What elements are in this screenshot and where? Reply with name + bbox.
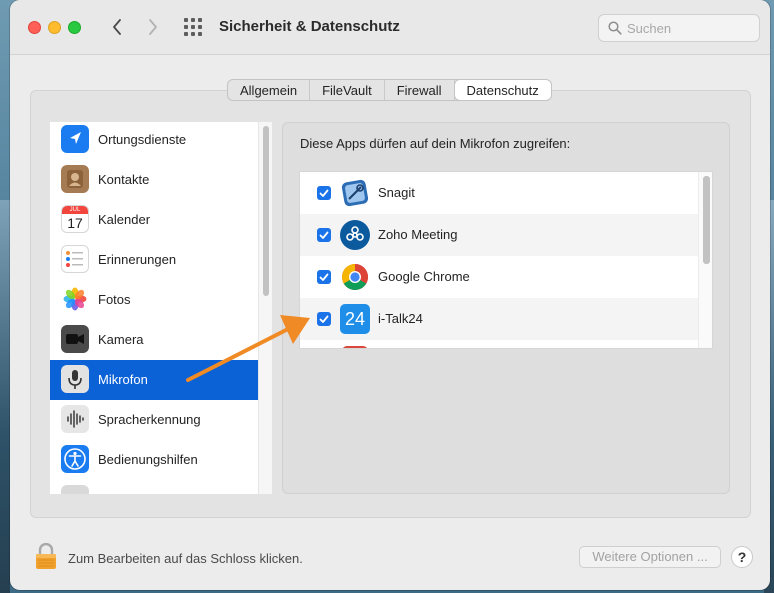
camera-icon bbox=[61, 325, 89, 353]
sidebar-item-label: Fotos bbox=[98, 292, 131, 307]
sidebar-item-label: Mikrofon bbox=[98, 372, 148, 387]
snagit-icon bbox=[340, 178, 370, 208]
tab-bar: Allgemein FileVault Firewall Datenschutz bbox=[227, 79, 552, 101]
zoho-meeting-icon bbox=[340, 220, 370, 250]
sidebar-item-spracherkennung[interactable]: Spracherkennung bbox=[50, 400, 258, 440]
location-arrow-icon bbox=[61, 125, 89, 153]
tab-datenschutz[interactable]: Datenschutz bbox=[454, 80, 551, 100]
calendar-icon: JUL 17 bbox=[61, 205, 89, 233]
accessibility-icon bbox=[61, 445, 89, 473]
close-window-button[interactable] bbox=[28, 21, 41, 34]
tab-allgemein[interactable]: Allgemein bbox=[228, 80, 311, 100]
fullscreen-window-button[interactable] bbox=[68, 21, 81, 34]
window-title: Sicherheit & Datenschutz bbox=[219, 18, 400, 35]
sidebar-item-label: Kontakte bbox=[98, 172, 150, 187]
sidebar-item-label: Kamera bbox=[98, 332, 144, 347]
microphone-permissions-panel: Diese Apps dürfen auf dein Mikrofon zugr… bbox=[282, 122, 730, 494]
more-options-button[interactable]: Weitere Optionen ... bbox=[579, 546, 721, 568]
chrome-icon bbox=[340, 262, 370, 292]
chevron-right-icon bbox=[149, 19, 157, 35]
chevron-left-icon bbox=[113, 19, 121, 35]
preferences-window: Sicherheit & Datenschutz Allgemein FileV… bbox=[10, 0, 770, 590]
reminders-icon bbox=[61, 245, 89, 273]
forward-button[interactable] bbox=[142, 16, 164, 38]
minimize-window-button[interactable] bbox=[48, 21, 61, 34]
panel-heading: Diese Apps dürfen auf dein Mikrofon zugr… bbox=[300, 136, 571, 151]
title-bar: Sicherheit & Datenschutz bbox=[10, 0, 770, 55]
sidebar-scrollbar[interactable] bbox=[258, 122, 272, 494]
app-label: Google Chrome bbox=[378, 269, 470, 284]
app-label: i-Talk24 bbox=[378, 311, 423, 326]
contacts-icon bbox=[61, 165, 89, 193]
calendar-month: JUL bbox=[69, 207, 81, 213]
sidebar-item-label: Kalender bbox=[98, 212, 151, 227]
sidebar-item-label: Bedienungshilfen bbox=[98, 452, 198, 467]
sidebar-item-ortungsdienste[interactable]: Ortungsdienste bbox=[50, 122, 258, 160]
privacy-category-list: Ortungsdienste Kontakte JUL 17 Kalender … bbox=[50, 122, 258, 494]
list-item-snagit[interactable]: Snagit bbox=[300, 172, 698, 214]
zoho-meeting-checkbox[interactable] bbox=[317, 228, 331, 242]
sidebar-item-kalender[interactable]: JUL 17 Kalender bbox=[50, 200, 258, 240]
snagit-checkbox[interactable] bbox=[317, 186, 331, 200]
search-field[interactable] bbox=[598, 14, 760, 42]
tab-firewall[interactable]: Firewall bbox=[385, 80, 455, 100]
sidebar-item-erinnerungen[interactable]: Erinnerungen bbox=[50, 240, 258, 280]
sidebar-item-label: Erinnerungen bbox=[98, 252, 177, 267]
italk24-icon: 24 bbox=[340, 304, 370, 334]
checkmark-icon bbox=[319, 273, 329, 281]
italk24-icon-text: 24 bbox=[344, 309, 366, 329]
italk24-checkbox[interactable] bbox=[317, 312, 331, 326]
search-input[interactable] bbox=[627, 19, 755, 37]
app-list-scroll-thumb[interactable] bbox=[703, 176, 710, 264]
app-label: Zoho Meeting bbox=[378, 227, 458, 242]
partially-hidden-icon bbox=[61, 485, 89, 494]
app-label: Snagit bbox=[378, 185, 415, 200]
speech-waveform-icon bbox=[61, 405, 89, 433]
desktop-background-left bbox=[0, 200, 10, 593]
app-list-scrollbar[interactable] bbox=[698, 172, 712, 348]
sidebar-item-label: Spracherkennung bbox=[98, 412, 201, 427]
help-button[interactable]: ? bbox=[731, 546, 753, 568]
checkmark-icon bbox=[319, 189, 329, 197]
tab-filevault[interactable]: FileVault bbox=[310, 80, 385, 100]
search-icon bbox=[608, 21, 622, 35]
sidebar-scroll-thumb[interactable] bbox=[263, 126, 269, 296]
microphone-icon bbox=[61, 365, 89, 393]
sidebar-item-kontakte[interactable]: Kontakte bbox=[50, 160, 258, 200]
annotation-arrow-icon bbox=[186, 315, 310, 382]
sidebar-item-bedienungshilfen[interactable]: Bedienungshilfen bbox=[50, 440, 258, 480]
calendar-day: 17 bbox=[67, 215, 83, 231]
checkmark-icon bbox=[319, 315, 329, 323]
padlock-icon bbox=[36, 542, 56, 569]
back-button[interactable] bbox=[106, 16, 128, 38]
google-chrome-checkbox[interactable] bbox=[317, 270, 331, 284]
lock-hint-text: Zum Bearbeiten auf das Schloss klicken. bbox=[68, 551, 303, 566]
list-item-zoho-meeting[interactable]: Zoho Meeting bbox=[300, 214, 698, 256]
sidebar-item-label: Ortungsdienste bbox=[98, 132, 187, 147]
partially-hidden-app-icon bbox=[342, 346, 368, 348]
list-item-google-chrome[interactable]: Google Chrome bbox=[300, 256, 698, 298]
sidebar-item-next[interactable] bbox=[50, 480, 258, 494]
app-permission-list: Snagit Zoho Meeting Google Chrome 24 i-T… bbox=[299, 171, 713, 349]
lock-button[interactable] bbox=[35, 542, 57, 569]
photos-icon bbox=[61, 285, 89, 313]
show-all-grid-button[interactable] bbox=[184, 18, 204, 38]
list-item-italk24[interactable]: 24 i-Talk24 bbox=[300, 298, 698, 340]
list-item-partial[interactable] bbox=[300, 340, 698, 348]
checkmark-icon bbox=[319, 231, 329, 239]
